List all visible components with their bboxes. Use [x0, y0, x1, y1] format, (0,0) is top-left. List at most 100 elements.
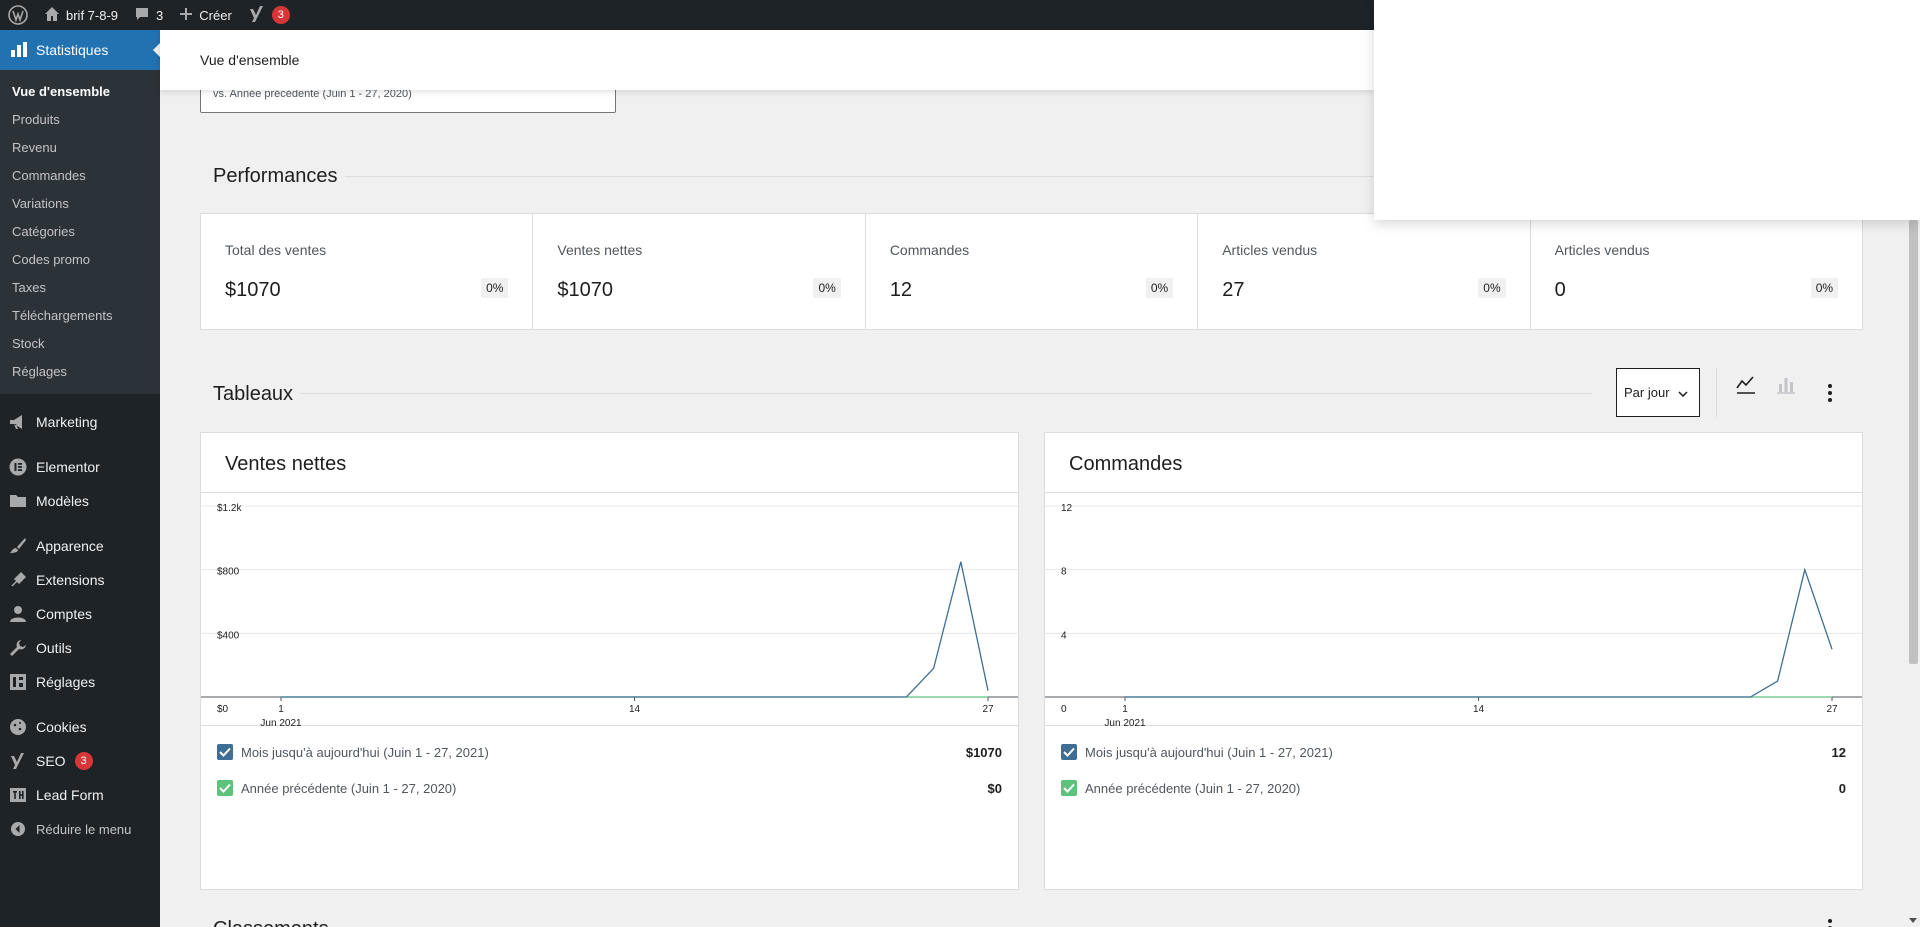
- sidebar-item-statistiques[interactable]: Statistiques: [0, 30, 161, 70]
- bar-chart-toggle-icon[interactable]: [1776, 374, 1796, 401]
- chart-panel-ventes-nettes: Ventes nettes $0 $400 $800 $1.2k 1 14 27 Jun 20…: [200, 432, 1019, 890]
- checkbox-checked-icon[interactable]: [1061, 744, 1077, 760]
- more-options-icon[interactable]: [1827, 383, 1833, 408]
- page-scrollbar[interactable]: [1906, 220, 1920, 927]
- y-tick-label: $1.2k: [217, 503, 242, 514]
- legend-label: Mois jusqu'à aujourd'hui (Juin 1 - 27, 2…: [1085, 744, 1333, 760]
- submenu-vue-ensemble[interactable]: Vue d'ensemble: [0, 78, 160, 106]
- comments-count: 3: [156, 7, 164, 23]
- create-new-link[interactable]: Créer: [171, 0, 240, 30]
- collapse-menu-button[interactable]: Réduire le menu: [0, 812, 160, 846]
- sidebar-item-elementor[interactable]: Elementor: [0, 450, 160, 484]
- x-tick-label: 14: [1473, 704, 1485, 715]
- sidebar-item-modeles[interactable]: Modèles: [0, 484, 160, 518]
- y-tick-label: 0: [1061, 704, 1067, 715]
- site-name-link[interactable]: brif 7-8-9: [36, 0, 126, 30]
- collapse-menu-label: Réduire le menu: [36, 821, 132, 837]
- submenu-variations[interactable]: Variations: [0, 190, 160, 218]
- submenu-categories[interactable]: Catégories: [0, 218, 160, 246]
- perf-value: $1070: [557, 279, 614, 301]
- perf-value: 12: [889, 279, 913, 301]
- sidebar-item-apparence[interactable]: Apparence: [0, 529, 160, 563]
- legend-item-current[interactable]: Mois jusqu'à aujourd'hui (Juin 1 - 27, 2…: [1061, 734, 1846, 770]
- legend-total: $0: [987, 780, 1002, 796]
- sidebar-item-seo[interactable]: SEO 3: [0, 744, 160, 778]
- perf-card-articles-vendus-2[interactable]: Articles vendus 0 0%: [1531, 214, 1862, 329]
- dropdown-popover: [1374, 0, 1920, 220]
- performance-cards: Total des ventes $1070 0% Ventes nettes …: [200, 213, 1863, 330]
- legend-label: Année précédente (Juin 1 - 27, 2020): [1085, 780, 1301, 796]
- menu-separator: [0, 394, 160, 405]
- checkbox-checked-icon[interactable]: [217, 744, 233, 760]
- sidebar-item-extensions[interactable]: Extensions: [0, 563, 160, 597]
- home-icon: [44, 6, 60, 25]
- sidebar-item-outils[interactable]: Outils: [0, 631, 160, 665]
- submenu-stock[interactable]: Stock: [0, 330, 160, 358]
- scroll-down-arrow-icon[interactable]: [1909, 918, 1917, 923]
- section-divider: [300, 393, 1592, 394]
- perf-delta: 0%: [813, 278, 841, 298]
- yoast-icon: [9, 752, 27, 770]
- sidebar-item-label: Apparence: [36, 538, 104, 554]
- chart-area: 0 4 8 12 1 14 27 Jun 2021: [1045, 493, 1862, 729]
- collapse-arrow-icon: [9, 820, 27, 838]
- leadform-icon: [9, 786, 27, 804]
- chart-title: Commandes: [1045, 433, 1862, 493]
- perf-delta: 0%: [1145, 278, 1174, 298]
- yoast-icon: [248, 5, 266, 26]
- comments-link[interactable]: 3: [126, 0, 171, 30]
- line-chart-ventes-nettes: $0 $400 $800 $1.2k 1 14 27 Jun 2021: [201, 503, 1018, 729]
- perf-card-total-ventes[interactable]: Total des ventes $1070 0%: [201, 214, 534, 329]
- performances-title: Performances: [213, 165, 338, 187]
- submenu-reglages[interactable]: Réglages: [0, 358, 160, 386]
- sidebar-item-lead-form[interactable]: Lead Form: [0, 778, 160, 812]
- chart-legend: Mois jusqu'à aujourd'hui (Juin 1 - 27, 2…: [1045, 734, 1862, 806]
- sidebar-item-marketing[interactable]: Marketing: [0, 405, 160, 439]
- line-chart-commandes: 0 4 8 12 1 14 27 Jun 2021: [1045, 503, 1862, 729]
- control-divider: [1716, 368, 1717, 417]
- yoast-seo-link[interactable]: 3: [240, 0, 298, 30]
- tableaux-title: Tableaux: [213, 383, 294, 405]
- legend-item-current[interactable]: Mois jusqu'à aujourd'hui (Juin 1 - 27, 2…: [217, 734, 1002, 770]
- sidebar-item-label: Extensions: [36, 572, 105, 588]
- submenu-telechargements[interactable]: Téléchargements: [0, 302, 160, 330]
- scrollbar-thumb[interactable]: [1909, 220, 1918, 664]
- y-tick-label: $800: [217, 567, 240, 578]
- checkbox-checked-icon[interactable]: [217, 780, 233, 796]
- legend-label: Mois jusqu'à aujourd'hui (Juin 1 - 27, 2…: [241, 744, 489, 760]
- perf-label: Articles vendus: [1222, 242, 1318, 258]
- submenu-produits[interactable]: Produits: [0, 106, 160, 134]
- wordpress-logo-icon[interactable]: [0, 0, 36, 30]
- submenu-commandes[interactable]: Commandes: [0, 162, 160, 190]
- y-tick-label: $400: [217, 630, 240, 641]
- x-tick-label: 14: [629, 704, 641, 715]
- legend-item-previous[interactable]: Année précédente (Juin 1 - 27, 2020) $0: [217, 770, 1002, 806]
- sidebar-item-comptes[interactable]: Comptes: [0, 597, 160, 631]
- perf-card-articles-vendus[interactable]: Articles vendus 27 0%: [1198, 214, 1531, 329]
- sidebar-item-reglages[interactable]: Réglages: [0, 665, 160, 699]
- more-options-icon[interactable]: [1827, 918, 1833, 927]
- page-title: Vue d'ensemble: [200, 52, 300, 68]
- folder-icon: [9, 492, 27, 510]
- line-chart-toggle-icon[interactable]: [1736, 374, 1756, 401]
- sidebar-item-label: Modèles: [36, 493, 89, 509]
- menu-separator: [0, 518, 160, 529]
- perf-label: Commandes: [889, 242, 970, 258]
- legend-item-previous[interactable]: Année précédente (Juin 1 - 27, 2020) 0: [1061, 770, 1846, 806]
- classements-title: Classements: [213, 918, 329, 927]
- interval-select[interactable]: Par jour: [1616, 368, 1700, 417]
- plus-icon: [179, 7, 193, 24]
- submenu-taxes[interactable]: Taxes: [0, 274, 160, 302]
- legend-total: 12: [1831, 744, 1846, 760]
- submenu-codes-promo[interactable]: Codes promo: [0, 246, 160, 274]
- checkbox-checked-icon[interactable]: [1061, 780, 1077, 796]
- submenu-revenu[interactable]: Revenu: [0, 134, 160, 162]
- perf-label: Total des ventes: [225, 242, 327, 258]
- sidebar-item-label: Outils: [36, 640, 72, 656]
- sidebar-item-cookies[interactable]: Cookies: [0, 710, 160, 744]
- x-sublabel: Jun 2021: [260, 718, 302, 726]
- x-tick-label: 27: [1826, 704, 1838, 715]
- y-tick-label: 4: [1061, 630, 1067, 641]
- perf-card-ventes-nettes[interactable]: Ventes nettes $1070 0%: [533, 214, 866, 329]
- perf-card-commandes[interactable]: Commandes 12 0%: [866, 214, 1199, 329]
